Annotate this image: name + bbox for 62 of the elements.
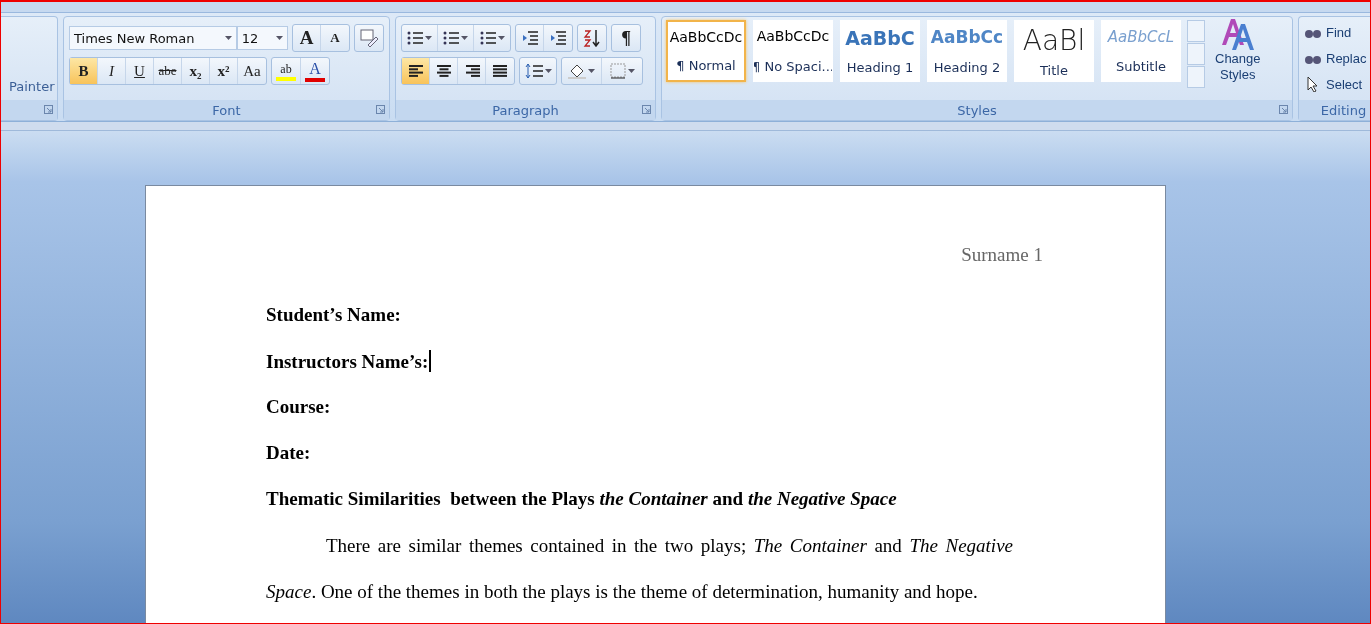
style-gallery-item[interactable]: AaBl Title [1014,20,1094,82]
align-justify-icon [492,64,508,78]
styles-icon [1219,17,1256,51]
essay-title: Thematic Similarities between the Plays the Container and the Negative Space [266,488,897,509]
list-icon [443,31,459,45]
field-label: Instructors Name’s: [266,351,429,372]
font-color-button[interactable]: A [301,58,329,84]
indent-icon [521,31,538,45]
dropdown-arrow-icon [627,69,635,73]
list-icon [479,31,496,45]
dialog-launcher-icon[interactable] [1279,105,1288,114]
find-button[interactable]: Find [1304,21,1370,43]
superscript-button[interactable]: x² [210,58,238,84]
dropdown-arrow-icon [425,36,432,40]
bold-button[interactable]: B [70,58,98,84]
align-left-icon [407,64,424,78]
group-label: Editing [1320,102,1367,118]
select-button[interactable]: Select [1304,73,1370,95]
sort-icon [583,29,601,47]
body-paragraph: There are similar themes contained in the two plays; The Container and The Negative Space. One of the themes in both the plays is the theme of determination, humanity and hope. [266,534,1013,604]
field-label: Course: [266,396,331,417]
page-header: Surname 1 [960,244,1043,266]
border-icon [609,63,626,79]
style-gallery-item[interactable]: AaBbCc Heading 2 [927,20,1007,82]
dropdown-arrow-icon [224,36,232,40]
field-label: Student’s Name: [266,304,401,325]
dropdown-arrow-icon [276,36,283,40]
dialog-launcher-icon[interactable] [642,105,651,114]
group-label: Styles [957,102,997,118]
align-center-icon [435,64,452,78]
dialog-launcher-icon[interactable] [376,105,385,114]
list-icon [407,31,423,45]
dropdown-arrow-icon [544,69,552,73]
show-formatting-button[interactable]: ¶ [612,25,640,51]
style-gallery-item[interactable]: AaBbCcDc ¶ Normal [666,20,746,82]
shrink-font-button[interactable]: A [321,25,349,51]
subscript-button[interactable]: x₂ [182,58,210,84]
font-size-field[interactable]: 12 [236,26,288,50]
group-label: Paragraph [492,102,559,118]
dropdown-arrow-icon [588,69,595,73]
replace-button[interactable]: Replac [1304,47,1370,69]
indent-icon [550,31,566,45]
italic-button[interactable]: I [98,58,126,84]
underline-button[interactable]: U [126,58,154,84]
eraser-icon [360,29,378,47]
style-gallery-item[interactable]: AaBbC Heading 1 [840,20,920,82]
grow-font-button[interactable]: A [293,25,321,51]
strike-button[interactable]: abe [154,58,182,84]
field-label: Date: [266,442,311,463]
alignment-button[interactable] [402,58,430,84]
highlight-button[interactable]: ab [272,58,301,84]
font-name-field[interactable]: Times New Roman [69,26,237,50]
group-label: Font [212,102,241,118]
style-gallery-item[interactable]: AaBbCcL Subtitle [1101,20,1181,82]
change-styles-button[interactable]: Change Styles [1211,17,1265,83]
dialog-launcher-icon[interactable] [44,105,53,114]
case-button[interactable]: Aa [238,58,266,84]
align-right-icon [463,64,480,78]
line-spacing-icon [524,63,543,79]
style-gallery-item[interactable]: AaBbCcDc ¶ No Spaci... [753,20,833,82]
dropdown-arrow-icon [461,36,468,40]
dropdown-arrow-icon [497,36,505,40]
